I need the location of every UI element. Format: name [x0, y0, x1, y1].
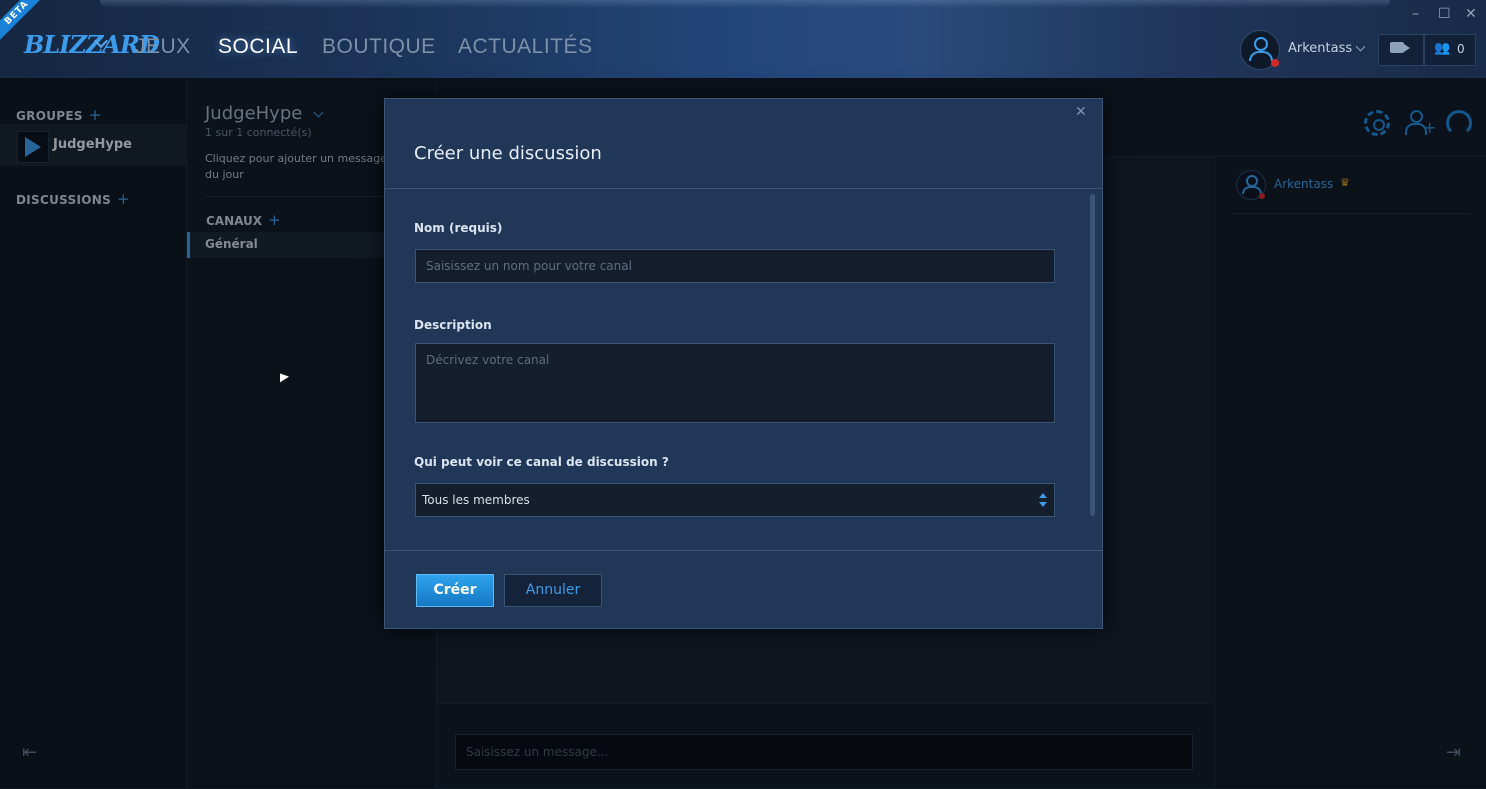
maximize-icon[interactable]: ☐: [1438, 6, 1451, 22]
close-window-icon[interactable]: ✕: [1465, 6, 1477, 22]
visibility-select[interactable]: Tous les membres: [415, 483, 1055, 517]
modal-scrollbar[interactable]: [1090, 194, 1095, 516]
camera-icon: [1390, 42, 1410, 53]
divider: [385, 188, 1102, 189]
user-icon: [1254, 37, 1268, 51]
modal-title: Créer une discussion: [414, 143, 602, 164]
nav-actualites[interactable]: ACTUALITÉS: [458, 35, 593, 59]
cancel-button[interactable]: Annuler: [504, 574, 602, 607]
visibility-label: Qui peut voir ce canal de discussion ?: [414, 455, 669, 469]
nav-social[interactable]: SOCIAL: [218, 35, 298, 59]
friends-count: 0: [1457, 42, 1465, 56]
divider: [385, 550, 1102, 551]
status-dot: [1271, 59, 1279, 67]
close-icon[interactable]: ✕: [1075, 104, 1087, 120]
description-label: Description: [414, 318, 492, 332]
description-field[interactable]: Décrivez votre canal: [415, 343, 1055, 423]
nav-boutique[interactable]: BOUTIQUE: [322, 35, 436, 59]
minimize-icon[interactable]: –: [1412, 6, 1419, 22]
user-avatar[interactable]: [1240, 30, 1280, 70]
create-button[interactable]: Créer: [416, 574, 494, 607]
friends-icon: 👥: [1434, 41, 1451, 56]
nav-jeux[interactable]: JEUX: [135, 35, 191, 59]
username-top[interactable]: Arkentass: [1288, 41, 1352, 56]
name-field[interactable]: Saisissez un nom pour votre canal: [415, 249, 1055, 283]
name-label: Nom (requis): [414, 221, 503, 235]
select-arrows-icon[interactable]: [1038, 493, 1048, 509]
